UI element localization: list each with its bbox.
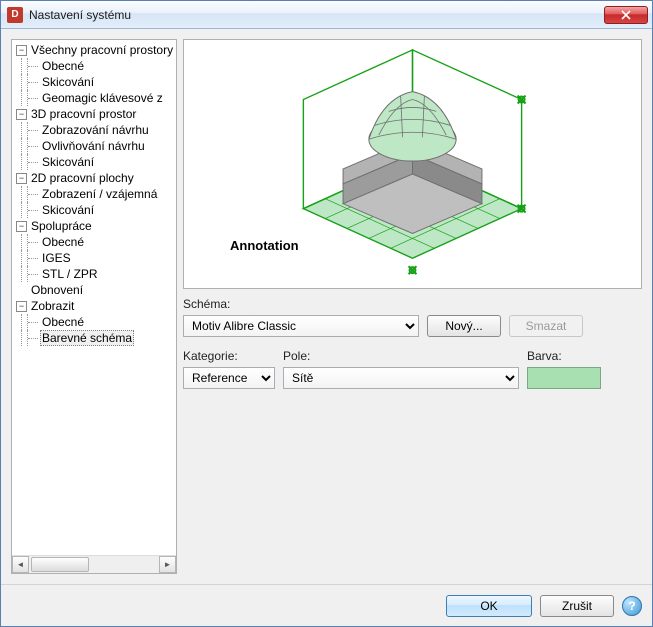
tree-node-display[interactable]: −Zobrazit bbox=[12, 298, 176, 314]
tree-node-all-workspaces[interactable]: −Všechny pracovní prostory bbox=[12, 42, 176, 58]
tree-leaf[interactable]: Obecné bbox=[12, 58, 176, 74]
tree-node-2d-workspaces[interactable]: −2D pracovní plochy bbox=[12, 170, 176, 186]
collapse-icon[interactable]: − bbox=[16, 45, 27, 56]
tree-leaf[interactable]: Zobrazování návrhu bbox=[12, 122, 176, 138]
color-swatch[interactable] bbox=[527, 367, 601, 389]
collapse-icon[interactable]: − bbox=[16, 173, 27, 184]
collapse-icon[interactable]: − bbox=[16, 301, 27, 312]
annotation-label: Annotation bbox=[230, 238, 299, 253]
tree-leaf[interactable]: Skicování bbox=[12, 74, 176, 90]
scroll-thumb[interactable] bbox=[31, 557, 89, 572]
tree-leaf[interactable]: IGES bbox=[12, 250, 176, 266]
body: −Všechny pracovní prostory Obecné Skicov… bbox=[1, 29, 652, 584]
field-select[interactable]: Sítě bbox=[283, 367, 519, 389]
collapse-icon[interactable]: − bbox=[16, 221, 27, 232]
tree-leaf[interactable]: Skicování bbox=[12, 154, 176, 170]
collapse-icon[interactable]: − bbox=[16, 109, 27, 120]
tree-panel: −Všechny pracovní prostory Obecné Skicov… bbox=[11, 39, 177, 574]
window-title: Nastavení systému bbox=[29, 8, 598, 22]
footer: OK Zrušit ? bbox=[1, 584, 652, 626]
scroll-left-button[interactable]: ◄ bbox=[12, 556, 29, 573]
scheme-label: Schéma: bbox=[183, 297, 642, 311]
tree-node-3d-workspace[interactable]: −3D pracovní prostor bbox=[12, 106, 176, 122]
field-label: Pole: bbox=[283, 349, 519, 363]
close-button[interactable] bbox=[604, 6, 648, 24]
tree-leaf[interactable]: Obecné bbox=[12, 314, 176, 330]
category-select[interactable]: Reference bbox=[183, 367, 275, 389]
scroll-right-button[interactable]: ► bbox=[159, 556, 176, 573]
help-icon: ? bbox=[628, 599, 635, 613]
color-label: Barva: bbox=[527, 349, 601, 363]
ok-button[interactable]: OK bbox=[446, 595, 532, 617]
tree-leaf[interactable]: Geomagic klávesové z bbox=[12, 90, 176, 106]
category-label: Kategorie: bbox=[183, 349, 275, 363]
tree-leaf[interactable]: Ovlivňování návrhu bbox=[12, 138, 176, 154]
preview-area: Annotation bbox=[183, 39, 642, 289]
right-panel: Annotation Schéma: Motiv Alibre Classic … bbox=[183, 39, 642, 574]
help-button[interactable]: ? bbox=[622, 596, 642, 616]
settings-window: D Nastavení systému −Všechny pracovní pr… bbox=[0, 0, 653, 627]
titlebar[interactable]: D Nastavení systému bbox=[1, 1, 652, 29]
tree-leaf-color-scheme[interactable]: Barevné schéma bbox=[12, 330, 176, 346]
tree-leaf[interactable]: STL / ZPR bbox=[12, 266, 176, 282]
tree-leaf[interactable]: Zobrazení / vzájemná bbox=[12, 186, 176, 202]
tree-horizontal-scrollbar[interactable]: ◄ ► bbox=[12, 555, 176, 573]
tree-node-recovery[interactable]: Obnovení bbox=[12, 282, 176, 298]
close-icon bbox=[621, 10, 631, 20]
scheme-select[interactable]: Motiv Alibre Classic bbox=[183, 315, 419, 337]
app-icon: D bbox=[7, 7, 23, 23]
form-area: Schéma: Motiv Alibre Classic Nový... Sma… bbox=[183, 297, 642, 389]
tree-leaf[interactable]: Obecné bbox=[12, 234, 176, 250]
scroll-track[interactable] bbox=[29, 556, 159, 573]
new-button[interactable]: Nový... bbox=[427, 315, 501, 337]
navigation-tree[interactable]: −Všechny pracovní prostory Obecné Skicov… bbox=[12, 40, 176, 555]
cancel-button[interactable]: Zrušit bbox=[540, 595, 614, 617]
tree-leaf[interactable]: Skicování bbox=[12, 202, 176, 218]
tree-node-collaboration[interactable]: −Spolupráce bbox=[12, 218, 176, 234]
delete-button[interactable]: Smazat bbox=[509, 315, 583, 337]
